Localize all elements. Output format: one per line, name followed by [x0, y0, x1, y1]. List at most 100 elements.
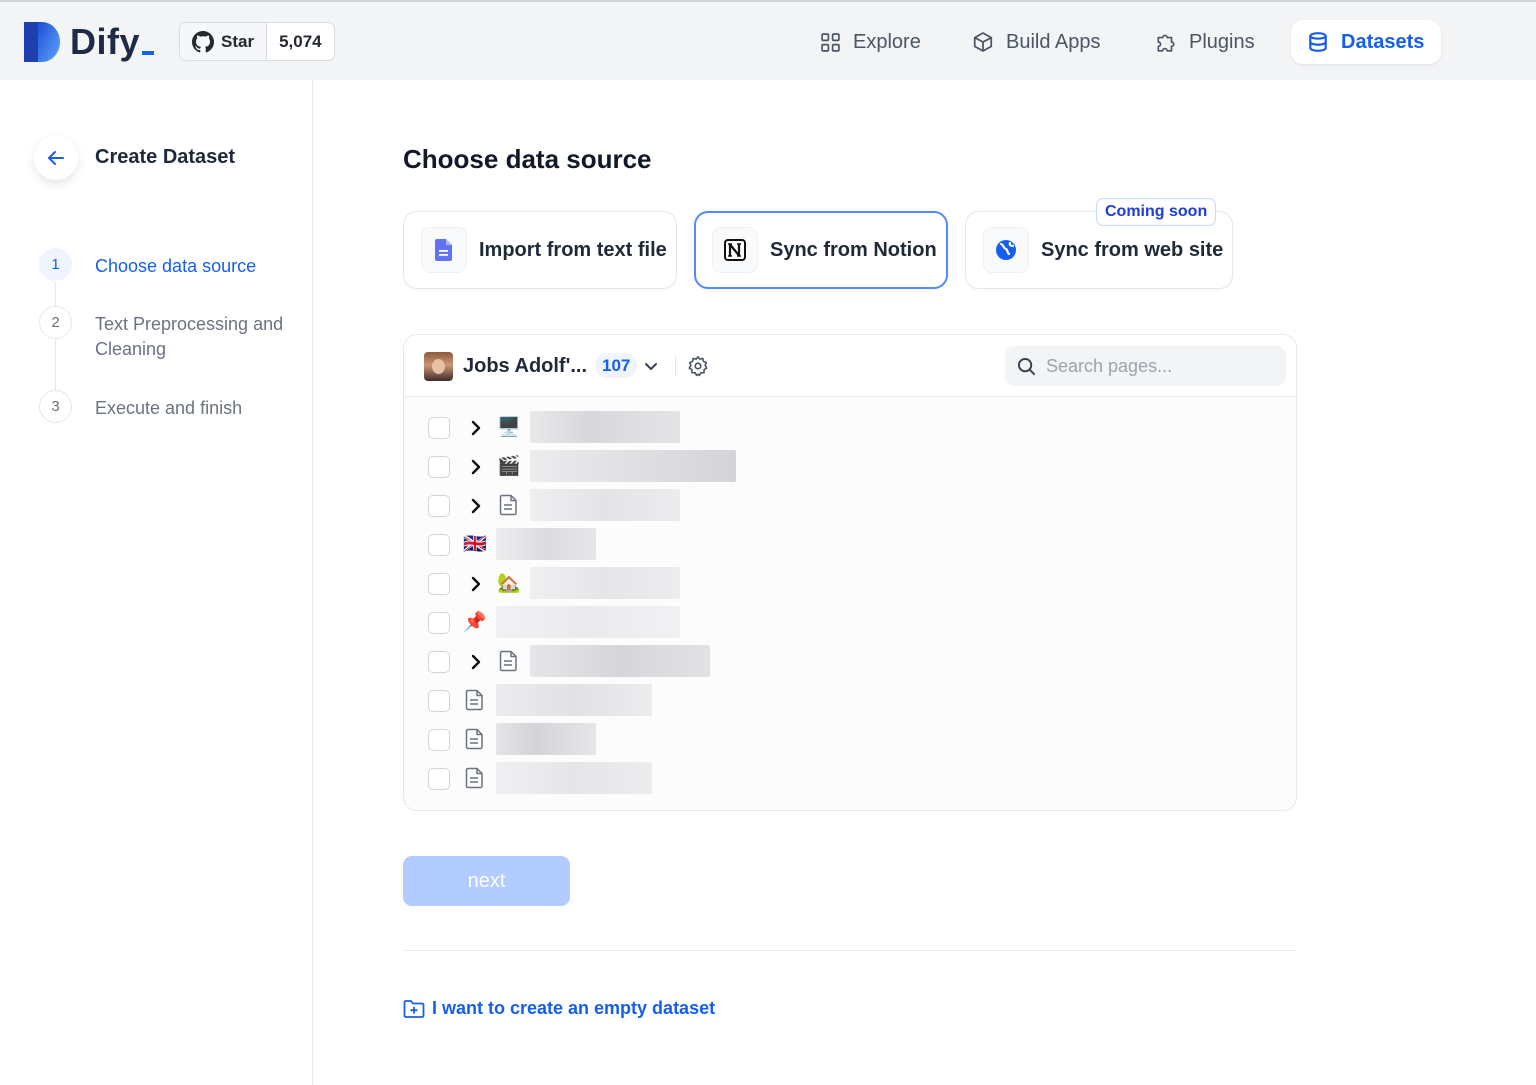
globe-icon	[996, 240, 1016, 260]
list-item[interactable]: 🏡	[404, 564, 1296, 603]
step-2-number: 2	[39, 306, 72, 339]
chevron-right-icon[interactable]	[468, 457, 484, 477]
page-checkbox[interactable]	[428, 651, 450, 673]
redacted-title	[530, 645, 710, 677]
page-icon	[462, 687, 488, 713]
chevron-down-icon[interactable]	[642, 357, 660, 375]
notion-icon-wrap	[712, 227, 758, 273]
create-dataset-sidebar: Create Dataset 1 Choose data source 2 Te…	[0, 80, 313, 1085]
create-empty-dataset-link[interactable]: I want to create an empty dataset	[403, 998, 715, 1019]
step-connector	[55, 282, 56, 306]
sidebar-title: Create Dataset	[95, 146, 236, 168]
notion-panel-header: Jobs Adolf'... 107	[404, 335, 1296, 397]
list-item[interactable]	[404, 681, 1296, 720]
page-checkbox[interactable]	[428, 417, 450, 439]
database-icon	[1309, 32, 1327, 52]
step-connector	[55, 340, 56, 390]
redacted-title	[496, 762, 652, 794]
page-checkbox[interactable]	[428, 573, 450, 595]
step-1-number: 1	[39, 248, 72, 281]
list-item[interactable]: 🎬	[404, 447, 1296, 486]
nav-explore[interactable]: Explore	[804, 20, 937, 64]
github-star-widget[interactable]: Star 5,074	[179, 22, 335, 61]
list-item[interactable]	[404, 720, 1296, 759]
list-item[interactable]	[404, 759, 1296, 798]
nav-plugins-label: Plugins	[1189, 30, 1255, 53]
github-star-button[interactable]: Star	[180, 23, 268, 60]
page-search-box[interactable]	[1005, 346, 1286, 386]
dify-logo-mark	[24, 22, 60, 62]
cube-icon	[973, 32, 993, 52]
source-website-label: Sync from web site	[1041, 238, 1224, 261]
header-separator	[675, 355, 676, 377]
list-item[interactable]: 🇬🇧	[404, 525, 1296, 564]
top-header: Dify Star 5,074 Explore Build Apps Plugi…	[0, 0, 1536, 80]
redacted-title	[496, 606, 680, 638]
workspace-avatar[interactable]	[424, 352, 453, 381]
step-2-label: Text Preprocessing and Cleaning	[95, 314, 284, 359]
page-checkbox[interactable]	[428, 768, 450, 790]
page-icon	[496, 648, 522, 674]
redacted-title	[530, 489, 680, 521]
create-empty-dataset-label: I want to create an empty dataset	[432, 998, 716, 1018]
nav-build-apps-label: Build Apps	[1006, 30, 1101, 53]
page-emoji-icon: 🎬	[497, 456, 521, 477]
brand-name: Dify	[70, 21, 155, 63]
notion-page-selector: Jobs Adolf'... 107 🖥️ 🎬 🇬🇧 🏡	[403, 334, 1297, 811]
redacted-title	[496, 528, 596, 560]
puzzle-icon	[1157, 34, 1175, 52]
chevron-right-icon[interactable]	[468, 574, 484, 594]
search-icon	[1017, 357, 1036, 375]
source-import-label: Import from text file	[479, 238, 667, 261]
page-emoji-icon: 🖥️	[497, 417, 521, 438]
list-item[interactable]: 🖥️	[404, 408, 1296, 447]
next-button[interactable]: next	[403, 856, 570, 906]
page-checkbox[interactable]	[428, 534, 450, 556]
redacted-title	[496, 684, 652, 716]
github-star-label: Star	[221, 31, 255, 51]
page-icon	[462, 765, 488, 791]
globe-icon-wrap	[983, 227, 1029, 273]
grid-icon	[821, 32, 840, 52]
arrow-left-icon	[48, 151, 64, 165]
chevron-right-icon[interactable]	[468, 496, 484, 516]
file-icon	[435, 239, 452, 261]
page-checkbox[interactable]	[428, 612, 450, 634]
page-checkbox[interactable]	[428, 729, 450, 751]
page-checkbox[interactable]	[428, 495, 450, 517]
source-import-text-file[interactable]: Import from text file	[403, 211, 677, 289]
nav-build-apps[interactable]: Build Apps	[956, 20, 1117, 64]
page-checkbox[interactable]	[428, 456, 450, 478]
source-notion-label: Sync from Notion	[770, 238, 937, 261]
gear-icon[interactable]	[687, 355, 709, 377]
page-count-badge: 107	[595, 353, 638, 378]
page-emoji-icon: 🏡	[497, 573, 521, 594]
dify-logo[interactable]: Dify	[24, 21, 155, 63]
nav-plugins[interactable]: Plugins	[1139, 20, 1271, 64]
page-checkbox[interactable]	[428, 690, 450, 712]
nav-datasets-label: Datasets	[1341, 30, 1425, 53]
chevron-right-icon[interactable]	[468, 652, 484, 672]
list-item[interactable]	[404, 486, 1296, 525]
back-button[interactable]	[34, 136, 78, 180]
redacted-title	[496, 723, 596, 755]
search-input[interactable]	[1046, 355, 1266, 377]
list-item[interactable]: 📌	[404, 603, 1296, 642]
step-3-label: Execute and finish	[95, 398, 243, 418]
nav-datasets[interactable]: Datasets	[1291, 20, 1441, 64]
source-sync-notion[interactable]: Sync from Notion	[694, 211, 948, 289]
folder-plus-icon	[403, 999, 425, 1018]
redacted-title	[530, 411, 680, 443]
section-divider	[403, 950, 1297, 951]
step-1-label: Choose data source	[95, 256, 257, 276]
page-icon	[462, 726, 488, 752]
workspace-name[interactable]: Jobs Adolf'...	[463, 355, 587, 378]
step-3-number: 3	[39, 390, 72, 423]
github-star-count[interactable]: 5,074	[267, 23, 334, 60]
page-emoji-icon: 📌	[463, 612, 487, 633]
notion-icon	[724, 239, 746, 261]
list-item[interactable]	[404, 642, 1296, 681]
chevron-right-icon[interactable]	[468, 418, 484, 438]
page-title: Choose data source	[403, 144, 652, 174]
nav-explore-label: Explore	[853, 30, 921, 53]
